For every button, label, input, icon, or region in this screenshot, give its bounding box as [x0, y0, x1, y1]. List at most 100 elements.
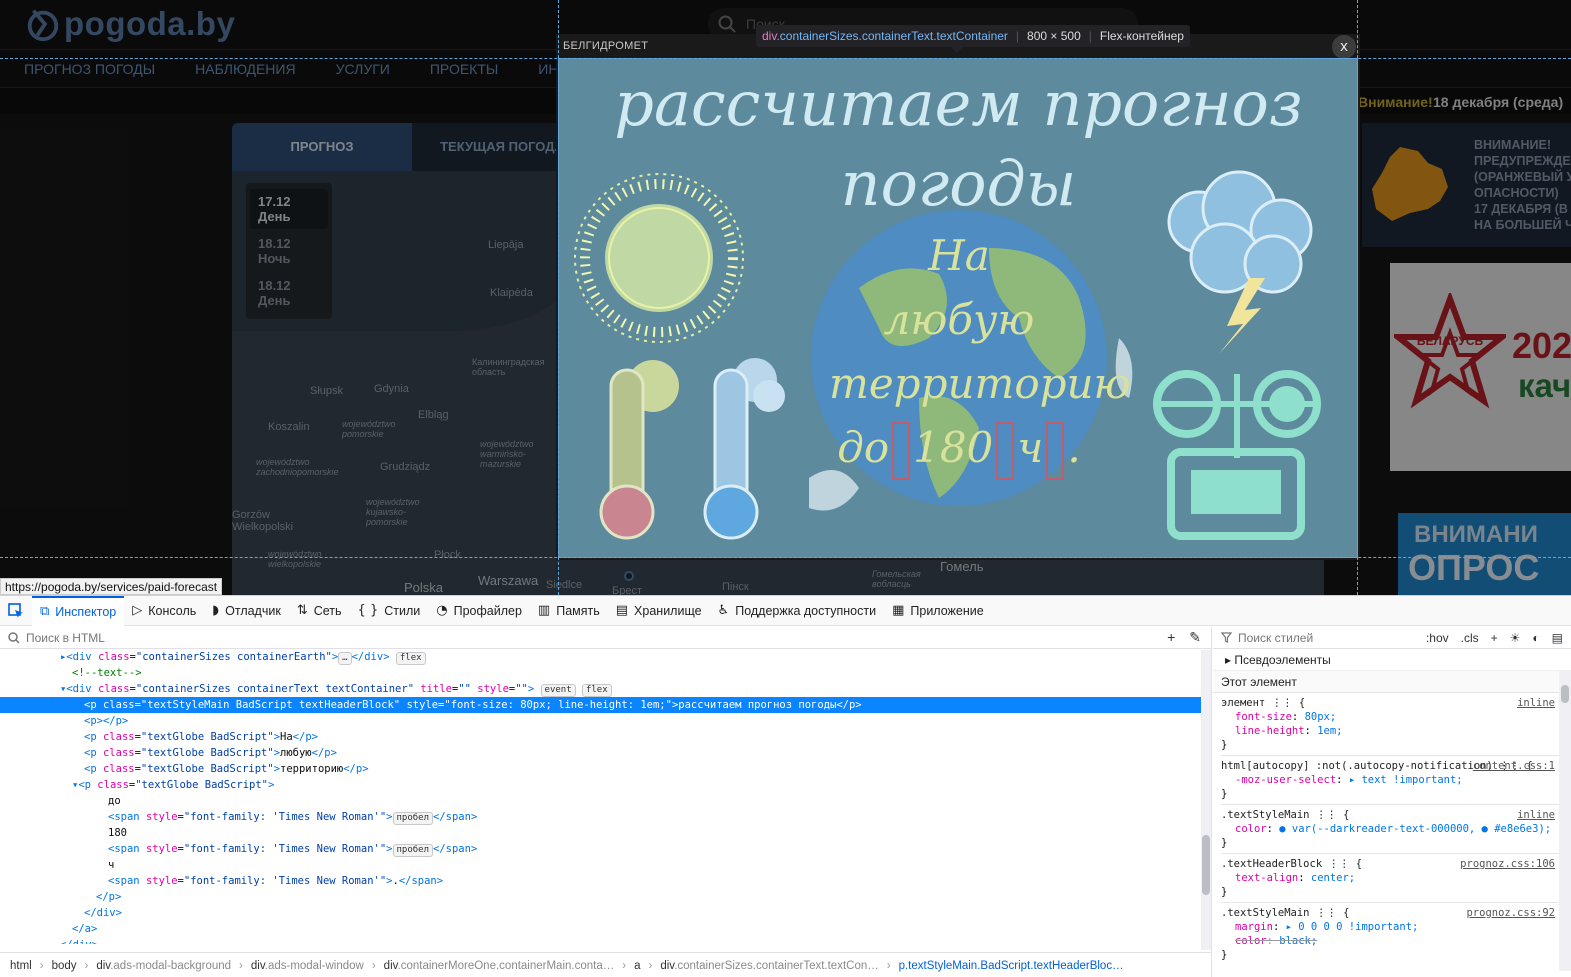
css-rule[interactable]: .textStyleMain ⋮⋮ {inline color: ● var(--… — [1221, 805, 1571, 854]
tab-debugger[interactable]: ◗ Отладчик — [204, 596, 289, 626]
breadcrumb-item[interactable]: div.ads-modal-window — [251, 960, 364, 972]
dark-scheme-icon[interactable]: ◐ — [1532, 631, 1539, 645]
globe-text-180: 180 — [913, 423, 994, 472]
tab-profiler[interactable]: ◔ Профайлер — [428, 596, 530, 626]
markup-node[interactable]: <span style="font-family: 'Times New Rom… — [0, 873, 1211, 889]
markup-node[interactable]: <p></p> — [0, 713, 1211, 729]
css-declaration[interactable]: text-align: center; — [1221, 871, 1557, 885]
css-declaration[interactable]: font-size: 80px; — [1221, 710, 1557, 724]
modal-close-button[interactable]: x — [1332, 35, 1356, 59]
tab-label: Стили — [384, 603, 421, 618]
css-source-link[interactable]: content.css:1 — [1473, 759, 1555, 773]
markup-node[interactable]: 180 — [0, 825, 1211, 841]
tab-style-editor[interactable]: { } Стили — [350, 596, 429, 626]
css-declaration[interactable]: line-height: 1em; — [1221, 724, 1557, 738]
markup-node[interactable]: </a> — [0, 921, 1211, 937]
tab-label: Консоль — [148, 603, 197, 618]
inspector-guide-line — [0, 557, 1571, 558]
inspector-guide-line — [0, 58, 1571, 59]
hov-toggle[interactable]: :hov — [1426, 631, 1449, 645]
tooltip-dimensions: 800 × 500 — [1027, 29, 1081, 43]
breadcrumb-item[interactable]: div.ads-modal-background — [96, 960, 231, 972]
tab-application[interactable]: ▦ Приложение — [884, 596, 992, 626]
breadcrumb-item[interactable]: a — [634, 960, 640, 972]
print-media-icon[interactable]: ▤ — [1552, 631, 1563, 645]
breadcrumb-item[interactable]: html — [10, 960, 32, 972]
css-selector[interactable]: элемент ⋮⋮ { — [1221, 696, 1557, 710]
css-rule[interactable]: html[autocopy] :not(.autocopy-notificati… — [1221, 756, 1571, 805]
scrollbar-thumb[interactable] — [1561, 685, 1569, 703]
rules-view: Поиск стилей :hov .cls + ☀ ◐ ▤ ▸ Псевдоэ… — [1213, 627, 1571, 977]
style-editor-icon: { } — [357, 603, 379, 618]
css-rule[interactable]: .textHeaderBlock ⋮⋮ {prognoz.css:106 text… — [1221, 854, 1571, 903]
css-rule[interactable]: .textStyleMain ⋮⋮ {prognoz.css:92 margin:… — [1221, 903, 1571, 963]
scrollbar-thumb[interactable] — [1202, 835, 1210, 895]
markup-node[interactable]: ▾<p class="textGlobe BadScript"> — [0, 777, 1211, 793]
markup-node[interactable]: </div> — [0, 905, 1211, 921]
light-scheme-icon[interactable]: ☀ — [1510, 631, 1521, 645]
markup-node[interactable]: ▾<div class="containerSizes containerTex… — [0, 681, 1211, 697]
rules-scrollbar[interactable] — [1559, 671, 1571, 971]
css-selector[interactable]: .textStyleMain ⋮⋮ { — [1221, 808, 1557, 822]
markup-scrollbar[interactable] — [1201, 650, 1211, 950]
css-source-link[interactable]: inline — [1517, 808, 1555, 822]
markup-node[interactable]: <p class="textGlobe BadScript">любую</p> — [0, 745, 1211, 761]
eyedropper-icon[interactable]: ✎ — [1189, 629, 1201, 646]
missing-glyph-box — [996, 422, 1015, 480]
styles-search[interactable]: Поиск стилей :hov .cls + ☀ ◐ ▤ — [1213, 627, 1571, 649]
html-search[interactable]: Поиск в HTML + ✎ — [0, 627, 1211, 649]
breadcrumb-item[interactable]: div.containerSizes.containerText.textCon… — [660, 960, 878, 972]
breadcrumb-separator: › — [886, 959, 891, 972]
debugger-icon: ◗ — [212, 603, 220, 618]
markup-node[interactable]: <p class="textGlobe BadScript">На</p> — [0, 729, 1211, 745]
add-rule-icon[interactable]: + — [1491, 631, 1498, 645]
filter-icon — [1221, 632, 1232, 643]
markup-node[interactable]: <p class="textGlobe BadScript">территори… — [0, 761, 1211, 777]
css-rule[interactable]: элемент ⋮⋮ {inline font-size: 80px; line-h… — [1221, 693, 1571, 756]
css-declaration[interactable]: color: black; — [1221, 934, 1557, 948]
application-icon: ▦ — [892, 603, 905, 618]
element-picker-button[interactable] — [0, 596, 32, 626]
tab-memory[interactable]: ▥ Память — [530, 596, 608, 626]
pseudo-elements-label: Псевдоэлементы — [1234, 653, 1331, 667]
css-rules[interactable]: элемент ⋮⋮ {inline font-size: 80px; line-h… — [1213, 693, 1571, 963]
modal-ad-banner[interactable]: рассчитаем прогноз погоды На любую терри… — [559, 58, 1358, 558]
markup-node[interactable]: <span style="font-family: 'Times New Rom… — [0, 841, 1211, 857]
markup-node[interactable]: <p class="textStyleMain BadScript textHe… — [0, 697, 1211, 713]
css-declaration[interactable]: margin: ▸ 0 0 0 0 !important; — [1221, 920, 1557, 934]
globe-text-do: до — [837, 423, 890, 472]
css-rule-close: } — [1221, 949, 1228, 961]
tab-network[interactable]: ⇅ Сеть — [289, 596, 350, 626]
markup-node[interactable]: <span style="font-family: 'Times New Rom… — [0, 809, 1211, 825]
markup-node[interactable]: ч — [0, 857, 1211, 873]
globe-text-line: территорию — [829, 359, 1131, 408]
search-icon — [8, 631, 20, 644]
tab-accessibility[interactable]: ♿ Поддержка доступности — [710, 596, 885, 626]
css-source-link[interactable]: prognoz.css:106 — [1460, 857, 1555, 871]
markup-node[interactable]: до — [0, 793, 1211, 809]
modal-title: БЕЛГИДРОМЕТ — [563, 40, 649, 52]
breadcrumb-item[interactable]: div.containerMoreOne.containerMain.conta… — [384, 960, 615, 972]
tab-console[interactable]: ▷ Консоль — [124, 596, 204, 626]
cls-toggle[interactable]: .cls — [1461, 631, 1479, 645]
breadcrumb-item[interactable]: p.textStyleMain.BadScript.textHeaderBloc… — [899, 960, 1124, 972]
markup-tree[interactable]: ▸<div class="containerSizes containerEar… — [0, 649, 1211, 944]
markup-node[interactable]: ▸<div class="containerSizes containerEar… — [0, 649, 1211, 665]
tab-inspector[interactable]: ⧉ Инспектор — [32, 595, 125, 626]
breadcrumb-separator: › — [371, 959, 376, 972]
breadcrumb-item[interactable]: body — [52, 960, 77, 972]
markup-node[interactable]: </p> — [0, 889, 1211, 905]
markup-node[interactable]: </div> — [0, 937, 1211, 944]
css-rule-close: } — [1221, 739, 1228, 751]
css-declaration[interactable]: -moz-user-select: ▸ text !important; — [1221, 773, 1557, 787]
css-source-link[interactable]: inline — [1517, 696, 1555, 710]
add-node-icon[interactable]: + — [1167, 629, 1175, 646]
storage-icon: ▤ — [615, 603, 629, 618]
css-declaration[interactable]: color: ● var(--darkreader-text-000000, ●… — [1221, 822, 1557, 836]
pseudo-elements-toggle[interactable]: ▸ Псевдоэлементы — [1213, 649, 1571, 671]
inspector-guide-line — [558, 0, 559, 595]
tab-storage[interactable]: ▤ Хранилище — [608, 596, 710, 626]
css-source-link[interactable]: prognoz.css:92 — [1466, 906, 1555, 920]
tab-label: Приложение — [910, 603, 984, 618]
markup-node[interactable]: <!--text--> — [0, 665, 1211, 681]
